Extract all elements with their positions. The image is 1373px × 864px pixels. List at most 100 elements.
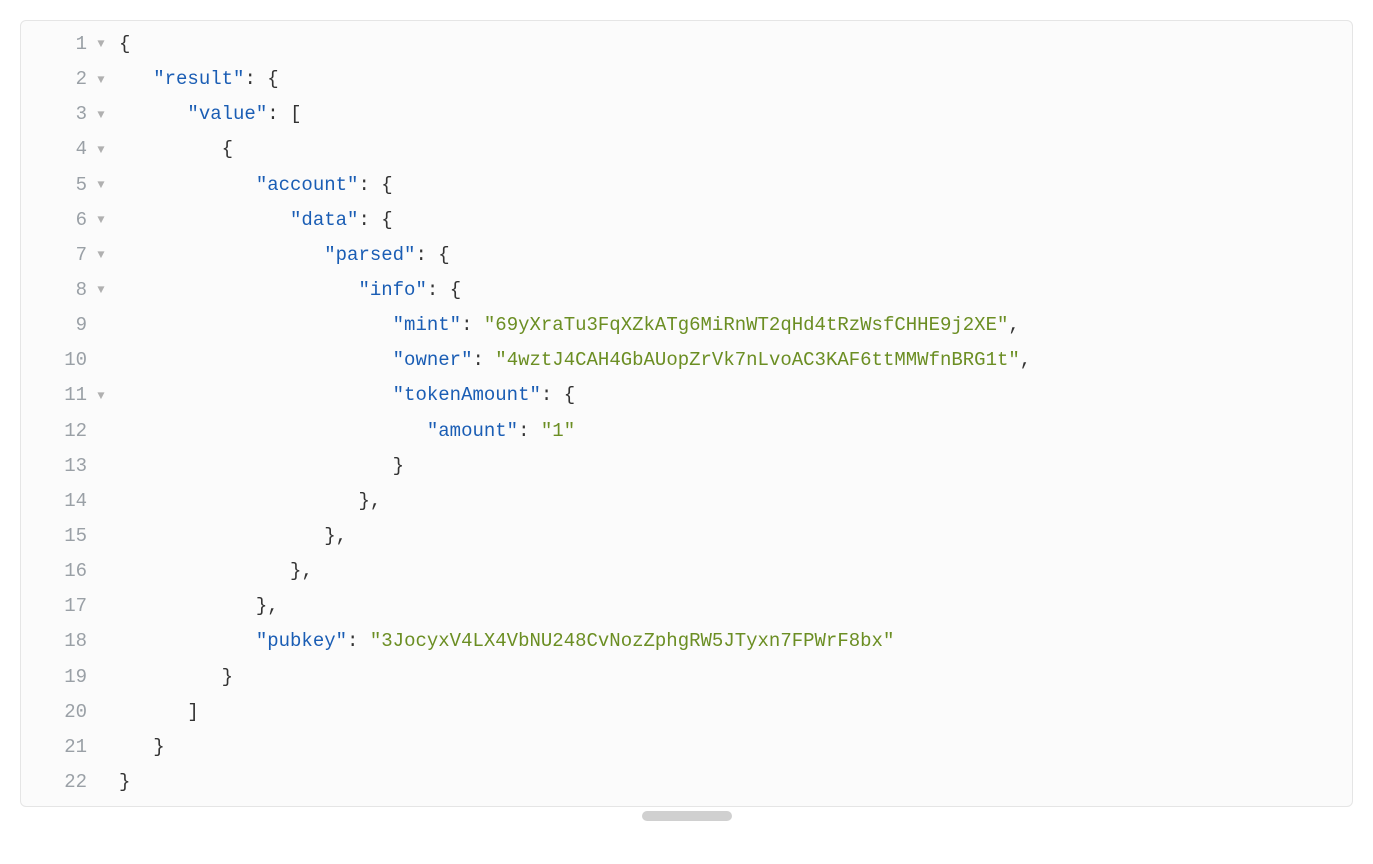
code-line[interactable]: 2▼ "result": { <box>21 62 1352 97</box>
indent <box>119 701 187 723</box>
code-line[interactable]: 1▼{ <box>21 27 1352 62</box>
code-content: } <box>111 660 1352 695</box>
line-number-gutter: 22 <box>21 765 91 800</box>
line-number: 22 <box>64 765 87 800</box>
code-content: "tokenAmount": { <box>111 378 1352 413</box>
code-content: }, <box>111 589 1352 624</box>
code-content: "result": { <box>111 62 1352 97</box>
json-comma: , <box>370 490 381 512</box>
line-number: 6 <box>76 203 87 238</box>
indent <box>119 595 256 617</box>
fold-toggle-icon[interactable]: ▼ <box>91 273 111 308</box>
json-brace: { <box>450 279 461 301</box>
code-line[interactable]: 16▼ }, <box>21 554 1352 589</box>
line-number-gutter: 4 <box>21 132 91 167</box>
code-line[interactable]: 22▼} <box>21 765 1352 800</box>
code-line[interactable]: 19▼ } <box>21 660 1352 695</box>
json-brace: { <box>381 174 392 196</box>
indent <box>119 279 358 301</box>
code-line[interactable]: 7▼ "parsed": { <box>21 238 1352 273</box>
code-content: } <box>111 765 1352 800</box>
indent <box>119 174 256 196</box>
json-string-value: "1" <box>541 420 575 442</box>
line-number-gutter: 18 <box>21 624 91 659</box>
line-number: 5 <box>76 168 87 203</box>
scrollbar-thumb[interactable] <box>642 811 732 821</box>
json-key: "tokenAmount" <box>393 384 541 406</box>
line-number: 19 <box>64 660 87 695</box>
code-line[interactable]: 20▼ ] <box>21 695 1352 730</box>
code-line[interactable]: 3▼ "value": [ <box>21 97 1352 132</box>
line-number: 12 <box>64 414 87 449</box>
line-number-gutter: 3 <box>21 97 91 132</box>
json-key: "mint" <box>393 314 461 336</box>
json-string-value: "3JocyxV4LX4VbNU248CvNozZphgRW5JTyxn7FPW… <box>370 630 895 652</box>
code-line[interactable]: 11▼ "tokenAmount": { <box>21 378 1352 413</box>
fold-toggle-icon[interactable]: ▼ <box>91 238 111 273</box>
code-line[interactable]: 6▼ "data": { <box>21 203 1352 238</box>
code-editor[interactable]: 1▼{2▼ "result": {3▼ "value": [4▼ {5▼ "ac… <box>20 20 1353 807</box>
code-line[interactable]: 15▼ }, <box>21 519 1352 554</box>
code-line[interactable]: 9▼ "mint": "69yXraTu3FqXZkATg6MiRnWT2qHd… <box>21 308 1352 343</box>
json-colon: : <box>518 420 541 442</box>
code-line[interactable]: 13▼ } <box>21 449 1352 484</box>
fold-toggle-icon[interactable]: ▼ <box>91 27 111 62</box>
json-key: "account" <box>256 174 359 196</box>
line-number: 13 <box>64 449 87 484</box>
line-number: 8 <box>76 273 87 308</box>
json-brace: } <box>358 490 369 512</box>
indent <box>119 490 358 512</box>
code-line[interactable]: 10▼ "owner": "4wztJ4CAH4GbAUopZrVk7nLvoA… <box>21 343 1352 378</box>
json-brace: { <box>119 33 130 55</box>
line-number: 9 <box>76 308 87 343</box>
code-content: }, <box>111 484 1352 519</box>
fold-toggle-icon[interactable]: ▼ <box>91 132 111 167</box>
json-key: "owner" <box>393 349 473 371</box>
line-number-gutter: 12 <box>21 414 91 449</box>
fold-toggle-icon[interactable]: ▼ <box>91 62 111 97</box>
code-line[interactable]: 12▼ "amount": "1" <box>21 414 1352 449</box>
json-colon: : <box>244 68 267 90</box>
json-comma: , <box>336 525 347 547</box>
fold-toggle-icon[interactable]: ▼ <box>91 168 111 203</box>
code-body: 1▼{2▼ "result": {3▼ "value": [4▼ {5▼ "ac… <box>21 27 1352 800</box>
json-colon: : <box>427 279 450 301</box>
json-brace: } <box>290 560 301 582</box>
fold-toggle-icon[interactable]: ▼ <box>91 378 111 413</box>
fold-toggle-icon[interactable]: ▼ <box>91 203 111 238</box>
code-line[interactable]: 8▼ "info": { <box>21 273 1352 308</box>
json-key: "amount" <box>427 420 518 442</box>
line-number-gutter: 7 <box>21 238 91 273</box>
line-number: 3 <box>76 97 87 132</box>
code-line[interactable]: 17▼ }, <box>21 589 1352 624</box>
json-brace: } <box>324 525 335 547</box>
code-line[interactable]: 21▼ } <box>21 730 1352 765</box>
json-brace: { <box>381 209 392 231</box>
line-number-gutter: 14 <box>21 484 91 519</box>
code-line[interactable]: 18▼ "pubkey": "3JocyxV4LX4VbNU248CvNozZp… <box>21 624 1352 659</box>
line-number: 17 <box>64 589 87 624</box>
code-line[interactable]: 5▼ "account": { <box>21 168 1352 203</box>
code-content: "amount": "1" <box>111 414 1352 449</box>
json-brace: } <box>119 771 130 793</box>
fold-toggle-icon[interactable]: ▼ <box>91 97 111 132</box>
json-colon: : <box>267 103 290 125</box>
line-number: 4 <box>76 132 87 167</box>
code-line[interactable]: 4▼ { <box>21 132 1352 167</box>
json-key: "data" <box>290 209 358 231</box>
json-colon: : <box>461 314 484 336</box>
line-number-gutter: 20 <box>21 695 91 730</box>
json-brace: } <box>153 736 164 758</box>
line-number-gutter: 5 <box>21 168 91 203</box>
code-content: { <box>111 132 1352 167</box>
code-content: "value": [ <box>111 97 1352 132</box>
line-number-gutter: 16 <box>21 554 91 589</box>
indent <box>119 138 222 160</box>
code-content: "account": { <box>111 168 1352 203</box>
json-key: "info" <box>358 279 426 301</box>
json-brace: { <box>564 384 575 406</box>
line-number-gutter: 13 <box>21 449 91 484</box>
line-number: 7 <box>76 238 87 273</box>
line-number: 20 <box>64 695 87 730</box>
code-line[interactable]: 14▼ }, <box>21 484 1352 519</box>
